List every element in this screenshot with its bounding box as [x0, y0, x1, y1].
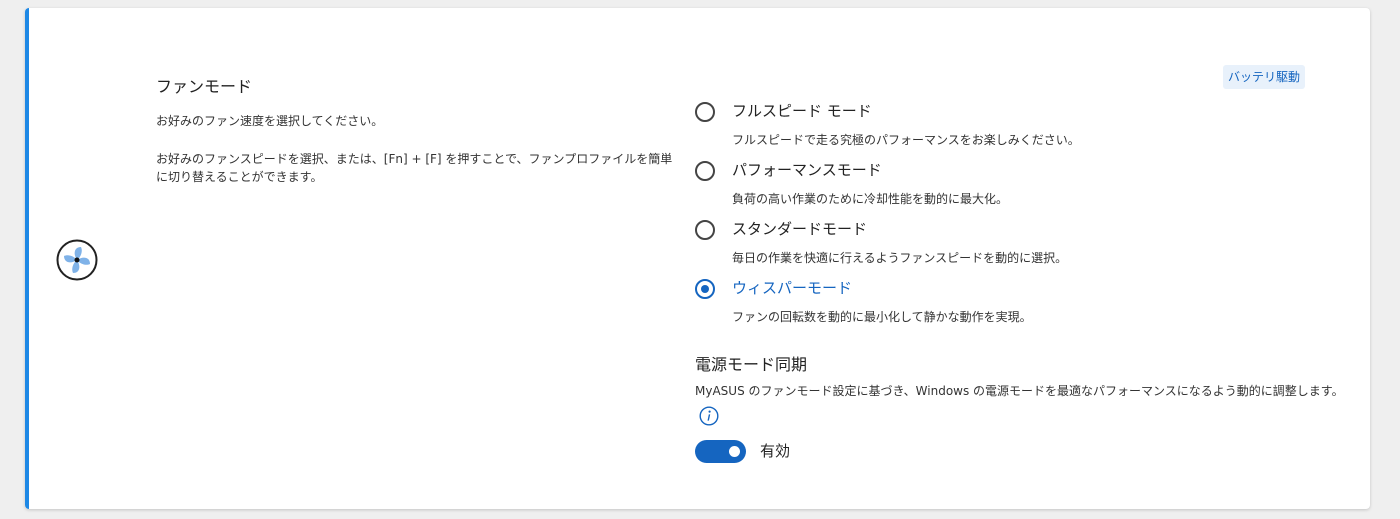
fan-icon: [56, 239, 98, 281]
fan-mode-description: お好みのファン速度を選択してください。: [156, 114, 384, 128]
fan-mode-info: ファンモード お好みのファン速度を選択してください。 お好みのファンスピードを選…: [156, 76, 676, 186]
toggle-knob: [729, 445, 740, 457]
battery-mode-badge: バッテリ駆動: [1223, 65, 1306, 89]
power-sync-title: 電源モード同期: [695, 355, 808, 374]
card-accent-bar: [25, 8, 29, 509]
fan-mode-options: フルスピード モード フルスピードで走る究極のパフォーマンスをお楽しみください。…: [695, 100, 1335, 336]
radio-description: ファンの回転数を動的に最小化して静かな動作を実現。: [732, 310, 1032, 324]
radio-button[interactable]: [695, 102, 715, 122]
fan-mode-card: ファンモード お好みのファン速度を選択してください。 お好みのファンスピードを選…: [25, 8, 1370, 509]
power-mode-sync: 電源モード同期 MyASUS のファンモード設定に基づき、Windows の電源…: [695, 354, 1344, 463]
radio-whisper[interactable]: ウィスパーモード ファンの回転数を動的に最小化して静かな動作を実現。: [695, 277, 1335, 336]
power-sync-toggle-row: 有効: [695, 438, 790, 464]
fan-mode-title: ファンモード: [156, 77, 253, 96]
radio-description: フルスピードで走る究極のパフォーマンスをお楽しみください。: [732, 133, 1080, 147]
radio-button[interactable]: [695, 220, 715, 240]
radio-performance[interactable]: パフォーマンスモード 負荷の高い作業のために冷却性能を動的に最大化。: [695, 159, 1335, 218]
radio-description: 負荷の高い作業のために冷却性能を動的に最大化。: [732, 192, 1009, 206]
radio-label: ウィスパーモード: [732, 279, 853, 297]
radio-description: 毎日の作業を快適に行えるようファンスピードを動的に選択。: [732, 251, 1068, 265]
radio-full-speed[interactable]: フルスピード モード フルスピードで走る究極のパフォーマンスをお楽しみください。: [695, 100, 1335, 159]
screen: ファンモード お好みのファン速度を選択してください。 お好みのファンスピードを選…: [0, 0, 1400, 519]
power-sync-description: MyASUS のファンモード設定に基づき、Windows の電源モードを最適なパ…: [695, 384, 1344, 398]
power-sync-toggle[interactable]: [695, 439, 746, 463]
toggle-label: 有効: [760, 442, 791, 460]
radio-label: フルスピード モード: [732, 102, 872, 120]
radio-label: スタンダードモード: [732, 220, 868, 238]
info-icon[interactable]: [699, 406, 719, 426]
radio-standard[interactable]: スタンダードモード 毎日の作業を快適に行えるようファンスピードを動的に選択。: [695, 218, 1335, 277]
radio-button-selected[interactable]: [695, 279, 715, 299]
radio-button[interactable]: [695, 161, 715, 181]
radio-label: パフォーマンスモード: [732, 161, 882, 179]
fan-mode-hint: お好みのファンスピードを選択、または、[Fn] + [F] を押すことで、ファン…: [156, 152, 673, 184]
